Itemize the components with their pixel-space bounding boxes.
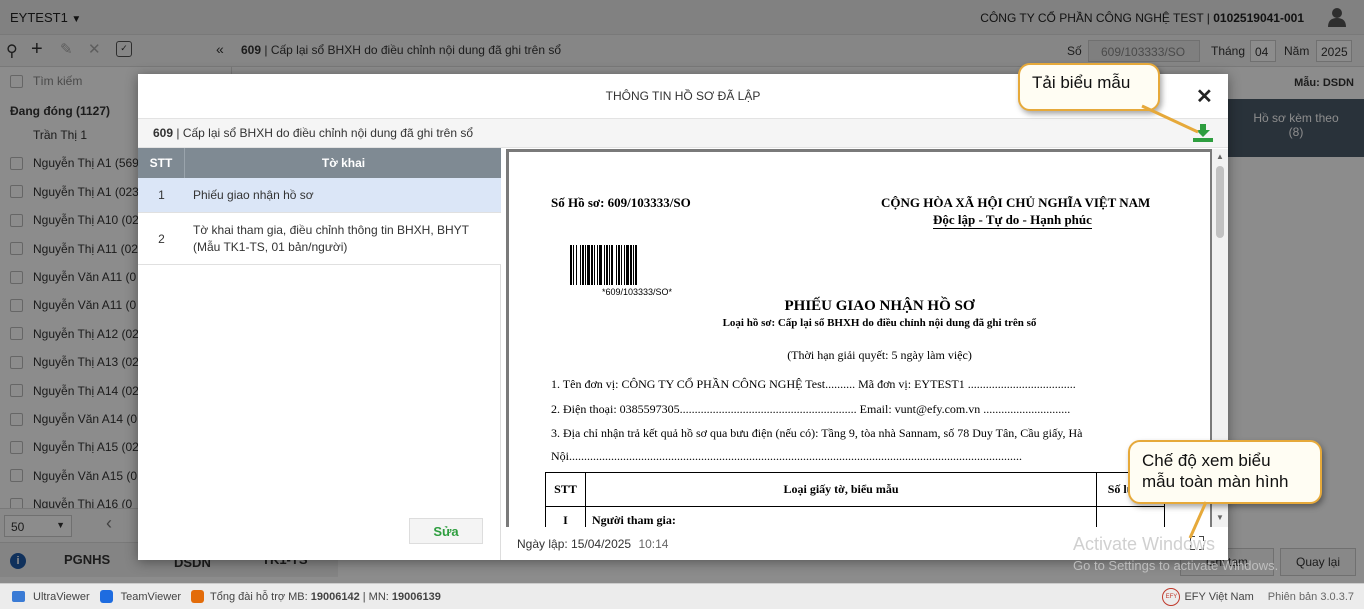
th-loai: Loại giấy tờ, biểu mẫu	[585, 472, 1097, 507]
barcode-bar	[573, 245, 574, 285]
document-preview[interactable]: Số Hồ sơ: 609/103333/SO CỘNG HÒA XÃ HỘI …	[506, 149, 1228, 527]
hotline-sep: | MN:	[359, 590, 392, 603]
line-dien-thoai: 2. Điện thoại: 0385597305...............…	[551, 402, 1071, 416]
row-name: Phiếu giao nhận hồ sơ	[193, 188, 314, 202]
activate-windows-subtitle: Go to Settings to activate Windows.	[1073, 558, 1279, 573]
barcode-bar	[587, 245, 590, 285]
scroll-thumb[interactable]	[1216, 166, 1224, 238]
barcode-bar	[630, 245, 632, 285]
time-value: 10:14	[638, 537, 669, 551]
barcode-bar	[621, 245, 622, 285]
activate-windows-title: Activate Windows	[1073, 534, 1216, 554]
barcode-bar	[570, 245, 572, 285]
scroll-up-icon[interactable]: ▲	[1216, 152, 1224, 161]
barcode-bar	[609, 245, 610, 285]
efy-logo-icon: EFY	[1162, 587, 1181, 606]
hotline-prefix: Tổng đài hỗ trợ MB:	[209, 590, 311, 603]
edit-button[interactable]: Sửa	[409, 518, 483, 544]
modal-doc-title: Cấp lại sổ BHXH do điều chỉnh nội dung đ…	[182, 126, 474, 140]
row-stt: 1	[158, 188, 165, 202]
barcode-bar	[618, 245, 620, 285]
documents-table: STT Loại giấy tờ, biểu mẫu Số lượng I Ng…	[545, 472, 1165, 527]
line-dia-chi: 3. Địa chỉ nhận trả kết quả hồ sơ qua bư…	[551, 426, 1083, 440]
fullscreen-callout-text: Chế độ xem biểu mẫu toàn màn hình	[1142, 451, 1289, 491]
barcode-bar	[633, 245, 634, 285]
barcode-bar	[597, 245, 598, 285]
col-stt: STT	[138, 148, 185, 178]
table-row[interactable]: 1 Phiếu giao nhận hồ sơ	[138, 178, 501, 213]
download-callout: Tải biểu mẫu	[1018, 63, 1160, 111]
barcode-bar	[594, 245, 595, 285]
barcode-bar	[591, 245, 593, 285]
quoc-hieu: CỘNG HÒA XÃ HỘI CHỦ NGHĨA VIỆT NAM	[881, 195, 1151, 210]
barcode-bar	[624, 245, 625, 285]
barcode-image	[570, 245, 637, 285]
barcode-bar	[604, 245, 605, 285]
td-row-i: I	[545, 506, 586, 527]
declaration-panel: STT Tờ khai 1 Phiếu giao nhận hồ sơ 2 Tờ…	[138, 148, 501, 560]
td-row-i-label: Người tham gia:	[585, 506, 1097, 527]
download-callout-text: Tải biểu mẫu	[1032, 73, 1131, 92]
teamviewer-link[interactable]: TeamViewer	[121, 591, 181, 603]
barcode-text: *609/103333/SO*	[602, 287, 673, 297]
ultraviewer-link[interactable]: UltraViewer	[33, 591, 90, 603]
preview-page: Số Hồ sơ: 609/103333/SO CỘNG HÒA XÃ HỘI …	[509, 152, 1210, 527]
barcode-bar	[582, 245, 584, 285]
status-bar: UltraViewer TeamViewer Tổng đài hỗ trợ M…	[0, 583, 1364, 609]
fullscreen-callout: Chế độ xem biểu mẫu toàn màn hình	[1128, 440, 1322, 504]
line-dia-chi-cont: Nội.....................................…	[551, 449, 1022, 463]
preview-heading: PHIẾU GIAO NHẬN HỒ SƠ	[784, 298, 975, 314]
barcode-bar	[635, 245, 637, 285]
barcode-bar	[599, 245, 602, 285]
td-empty	[1096, 506, 1165, 527]
declaration-header: STT Tờ khai	[138, 148, 501, 178]
brand-name: EFY Việt Nam	[1184, 590, 1254, 603]
modal-doc-heading: 609 | Cấp lại sổ BHXH do điều chỉnh nội …	[138, 118, 1228, 148]
profile-info-modal: THÔNG TIN HỒ SƠ ĐÃ LẬP ✕ 609 | Cấp lại s…	[138, 74, 1228, 560]
table-row[interactable]: 2 Tờ khai tham gia, điều chỉnh thông tin…	[138, 213, 501, 265]
teamviewer-icon	[99, 590, 113, 603]
row-name: Tờ khai tham gia, điều chỉnh thông tin B…	[193, 223, 469, 254]
barcode-bar	[611, 245, 613, 285]
modal-doc-code: 609	[153, 126, 174, 140]
th-stt: STT	[545, 472, 586, 507]
col-tokhai: Tờ khai	[321, 156, 366, 170]
ultraviewer-icon	[12, 591, 25, 602]
date-value: 15/04/2025	[571, 537, 632, 551]
barcode-bar	[626, 245, 629, 285]
date-label: Ngày lập:	[517, 537, 568, 551]
row-stt: 2	[158, 232, 165, 246]
hotline-mn: 19006139	[391, 590, 441, 603]
thoi-han: (Thời hạn giải quyết: 5 ngày làm việc)	[787, 348, 972, 362]
scroll-down-icon[interactable]: ▼	[1216, 513, 1224, 522]
barcode-bar	[606, 245, 608, 285]
line-ten-don-vi: 1. Tên đơn vị: CÔNG TY CỔ PHẦN CÔNG NGHỆ…	[551, 377, 1076, 391]
loai-ho-so: Loại hồ sơ: Cấp lại sổ BHXH do điều chỉn…	[722, 317, 1037, 329]
phone-icon	[190, 590, 204, 603]
hotline: Tổng đài hỗ trợ MB: 19006142 | MN: 19006…	[210, 591, 441, 603]
barcode-bar	[585, 245, 586, 285]
barcode-bar	[616, 245, 617, 285]
so-ho-so: Số Hồ sơ: 609/103333/SO	[551, 195, 691, 210]
created-date: Ngày lập: 15/04/2025 10:14	[517, 537, 668, 551]
download-callout-arrow	[1141, 104, 1199, 134]
barcode-bar	[580, 245, 581, 285]
version: Phiên bản 3.0.3.7	[1267, 590, 1354, 603]
tieu-ngu: Độc lập - Tự do - Hạnh phúc	[933, 212, 1092, 229]
barcode-bar	[576, 245, 577, 285]
hotline-mb: 19006142	[310, 590, 360, 603]
